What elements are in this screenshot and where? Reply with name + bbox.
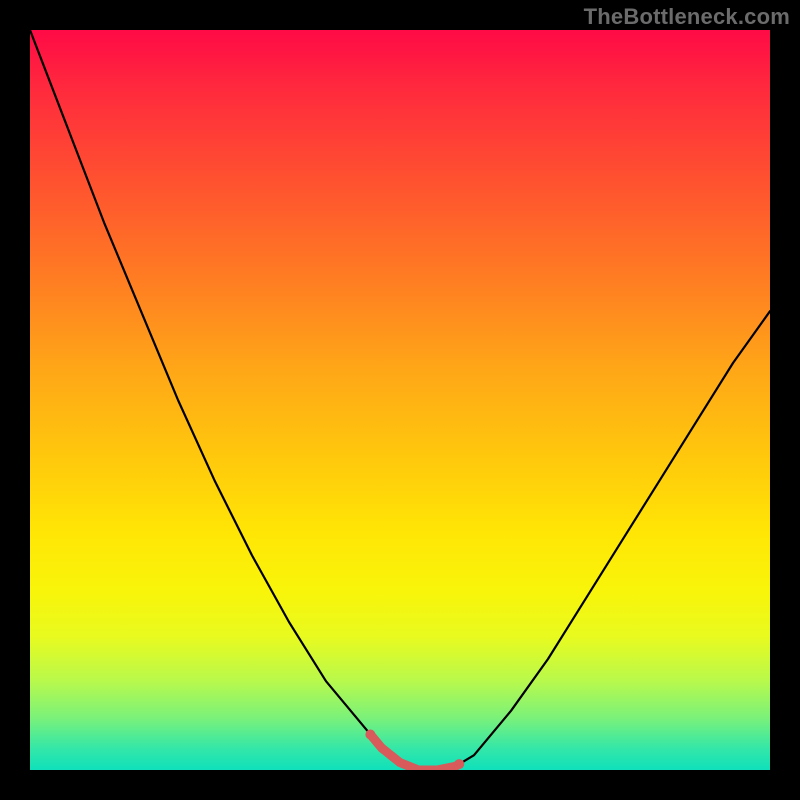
curve-layer <box>30 30 770 770</box>
chart-frame: TheBottleneck.com <box>0 0 800 800</box>
trough-highlight-dot-left <box>365 729 375 739</box>
plot-area <box>30 30 770 770</box>
trough-highlight-dot-right <box>454 759 464 769</box>
watermark-text: TheBottleneck.com <box>584 4 790 30</box>
bottleneck-curve <box>30 30 770 770</box>
trough-highlight <box>370 734 459 770</box>
